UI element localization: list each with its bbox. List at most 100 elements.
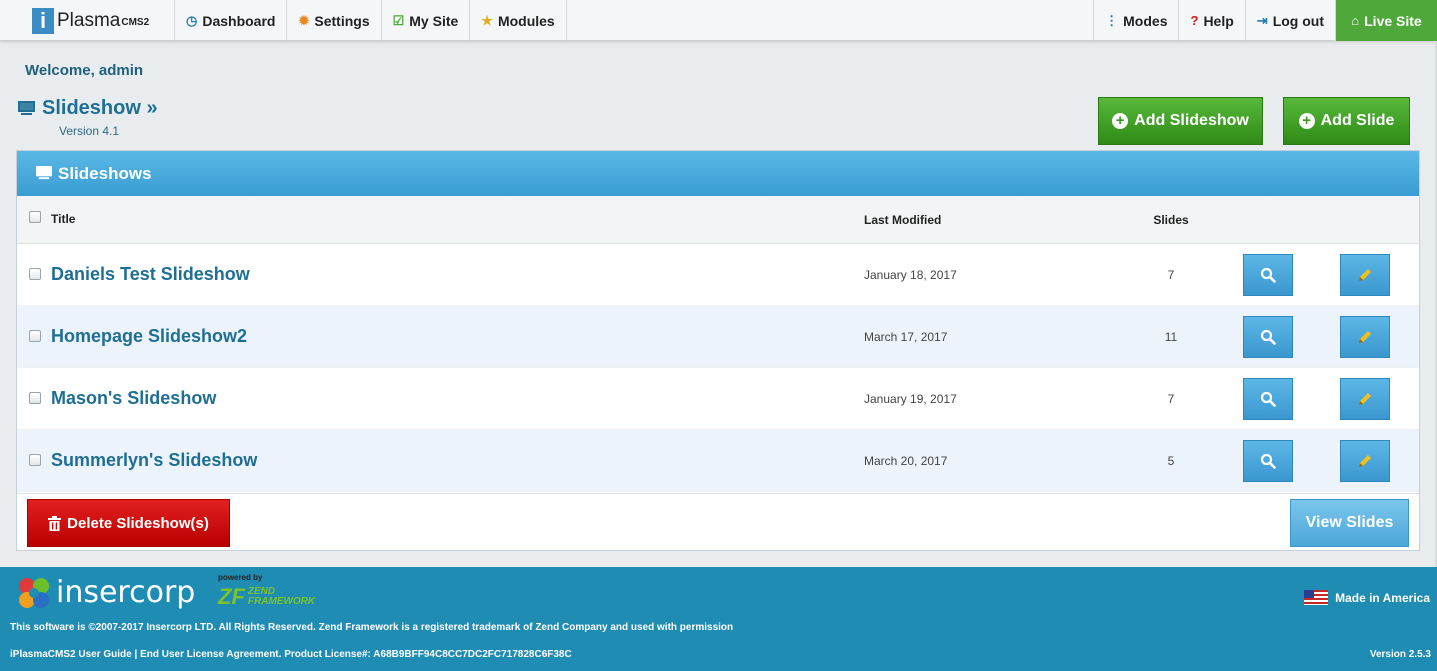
table-row: Summerlyn's Slideshow March 20, 2017 5 bbox=[17, 430, 1419, 492]
preview-button[interactable] bbox=[1243, 254, 1293, 296]
license-text[interactable]: iPlasmaCMS2 User Guide | End User Licens… bbox=[10, 649, 572, 660]
preview-button[interactable] bbox=[1243, 440, 1293, 482]
pencil-icon bbox=[1359, 269, 1371, 281]
edit-button[interactable] bbox=[1340, 378, 1390, 420]
last-modified-date: March 17, 2017 bbox=[864, 330, 948, 344]
search-icon bbox=[1260, 453, 1276, 469]
us-flag-icon bbox=[1304, 590, 1329, 605]
nav-label: Settings bbox=[314, 12, 370, 29]
pencil-icon bbox=[1359, 331, 1371, 343]
nav-label: Log out bbox=[1272, 12, 1324, 29]
nav-item-help[interactable]: ? Help bbox=[1178, 0, 1244, 41]
slideshow-title-link[interactable]: Homepage Slideshow2 bbox=[51, 326, 247, 347]
slideshow-title-link[interactable]: Daniels Test Slideshow bbox=[51, 264, 250, 285]
panel-header: Slideshows bbox=[17, 151, 1419, 196]
nav-item-log-out[interactable]: ⇥ Log out bbox=[1244, 0, 1335, 41]
nav-label: Live Site bbox=[1364, 12, 1422, 29]
slideshows-panel: Slideshows Title Last Modified Slides Da… bbox=[16, 150, 1420, 551]
row-checkbox[interactable] bbox=[29, 330, 41, 342]
nav-item-live-site[interactable]: ⌂ Live Site bbox=[1335, 0, 1437, 41]
insercorp-logo[interactable]: insercorp bbox=[17, 575, 195, 610]
site-footer: insercorp powered by ZF ZEND FRAMEWORK M… bbox=[0, 567, 1437, 671]
plus-circle-icon: + bbox=[1298, 113, 1315, 129]
nav-item-modules[interactable]: ★ Modules bbox=[470, 0, 567, 41]
nav-item-my-site[interactable]: ☑ My Site bbox=[382, 0, 471, 41]
add-slide-label: Add Slide bbox=[1320, 112, 1395, 129]
edit-button[interactable] bbox=[1340, 440, 1390, 482]
slideshow-title-link[interactable]: Mason's Slideshow bbox=[51, 388, 216, 409]
nav-item-modes[interactable]: ⋮ Modes bbox=[1093, 0, 1178, 41]
version-label: Version 4.1 bbox=[59, 124, 120, 138]
question-circle-icon: ? bbox=[1190, 13, 1199, 28]
nav-label: Modules bbox=[497, 12, 555, 29]
slide-count: 7 bbox=[1167, 268, 1175, 282]
brand-name: Plasma bbox=[57, 9, 121, 31]
row-checkbox[interactable] bbox=[29, 454, 41, 466]
check-square-icon: ☑ bbox=[392, 12, 405, 28]
gear-icon: ✹ bbox=[298, 12, 310, 28]
edit-button[interactable] bbox=[1340, 316, 1390, 358]
zend-word-2: FRAMEWORK bbox=[247, 596, 316, 607]
add-slide-button[interactable]: + Add Slide bbox=[1283, 97, 1410, 145]
nav-label: My Site bbox=[409, 12, 459, 29]
edit-button[interactable] bbox=[1340, 254, 1390, 296]
home-icon: ⌂ bbox=[1351, 13, 1360, 28]
preview-button[interactable] bbox=[1243, 316, 1293, 358]
powered-by-label: powered by bbox=[218, 573, 263, 582]
logout-icon: ⇥ bbox=[1256, 12, 1268, 28]
table-row: Mason's Slideshow January 19, 2017 7 bbox=[17, 368, 1419, 430]
last-modified-date: January 19, 2017 bbox=[864, 392, 957, 406]
brand-logo[interactable]: i Plasma CMS2 bbox=[0, 0, 175, 41]
delete-slideshows-button[interactable]: Delete Slideshow(s) bbox=[27, 499, 230, 547]
zend-framework-logo[interactable]: powered by ZF ZEND FRAMEWORK bbox=[218, 573, 315, 610]
made-in-label: Made in America bbox=[1335, 590, 1430, 605]
puzzle-logo-icon bbox=[19, 577, 49, 608]
slideshow-title-link[interactable]: Summerlyn's Slideshow bbox=[51, 450, 257, 471]
welcome-message: Welcome, admin bbox=[25, 62, 144, 79]
nav-label: Dashboard bbox=[202, 12, 276, 29]
zend-zf-mark: ZF bbox=[218, 584, 245, 609]
monitor-icon bbox=[18, 100, 35, 115]
nav-label: Help bbox=[1203, 12, 1234, 29]
brand-icon: i bbox=[32, 7, 54, 34]
pencil-icon bbox=[1359, 393, 1371, 405]
add-slideshow-label: Add Slideshow bbox=[1134, 112, 1249, 129]
slide-count: 5 bbox=[1167, 454, 1175, 468]
last-modified-date: January 18, 2017 bbox=[864, 268, 957, 282]
pencil-icon bbox=[1359, 455, 1371, 467]
table-row: Daniels Test Slideshow January 18, 2017 7 bbox=[17, 244, 1419, 306]
search-icon bbox=[1260, 329, 1276, 345]
copyright-text: This software is ©2007-2017 Insercorp LT… bbox=[10, 622, 734, 633]
search-icon bbox=[1260, 267, 1276, 283]
view-slides-button[interactable]: View Slides bbox=[1290, 499, 1409, 547]
brand-suffix: CMS2 bbox=[121, 17, 150, 28]
made-in-america: Made in America bbox=[1304, 590, 1430, 605]
column-title[interactable]: Title bbox=[51, 212, 75, 226]
panel-title: Slideshows bbox=[58, 163, 152, 183]
last-modified-date: March 20, 2017 bbox=[864, 454, 948, 468]
nav-item-settings[interactable]: ✹ Settings bbox=[287, 0, 382, 41]
delete-label: Delete Slideshow(s) bbox=[67, 514, 209, 532]
top-navbar: i Plasma CMS2 ◷ Dashboard ✹ Settings ☑ My Sit… bbox=[0, 0, 1437, 41]
view-slides-label: View Slides bbox=[1305, 514, 1394, 531]
row-checkbox[interactable] bbox=[29, 392, 41, 404]
monitor-icon bbox=[36, 166, 52, 180]
select-all-checkbox[interactable] bbox=[29, 211, 41, 223]
column-last-modified[interactable]: Last Modified bbox=[864, 213, 941, 227]
star-icon: ★ bbox=[481, 12, 493, 28]
page-heading: Slideshow » bbox=[18, 97, 158, 120]
search-icon bbox=[1260, 391, 1276, 407]
table-header: Title Last Modified Slides bbox=[17, 196, 1419, 244]
column-slides[interactable]: Slides bbox=[1137, 213, 1205, 227]
panel-footer: Delete Slideshow(s) View Slides bbox=[17, 493, 1419, 551]
footer-version: Version 2.5.3 bbox=[1369, 649, 1431, 660]
company-name: insercorp bbox=[56, 575, 196, 610]
add-slideshow-button[interactable]: + Add Slideshow bbox=[1098, 97, 1263, 145]
page-title[interactable]: Slideshow » bbox=[42, 97, 158, 120]
nav-item-dashboard[interactable]: ◷ Dashboard bbox=[175, 0, 288, 41]
slide-count: 11 bbox=[1164, 330, 1178, 344]
dashboard-icon: ◷ bbox=[186, 12, 198, 28]
preview-button[interactable] bbox=[1243, 378, 1293, 420]
row-checkbox[interactable] bbox=[29, 268, 41, 280]
plus-circle-icon: + bbox=[1112, 113, 1129, 129]
